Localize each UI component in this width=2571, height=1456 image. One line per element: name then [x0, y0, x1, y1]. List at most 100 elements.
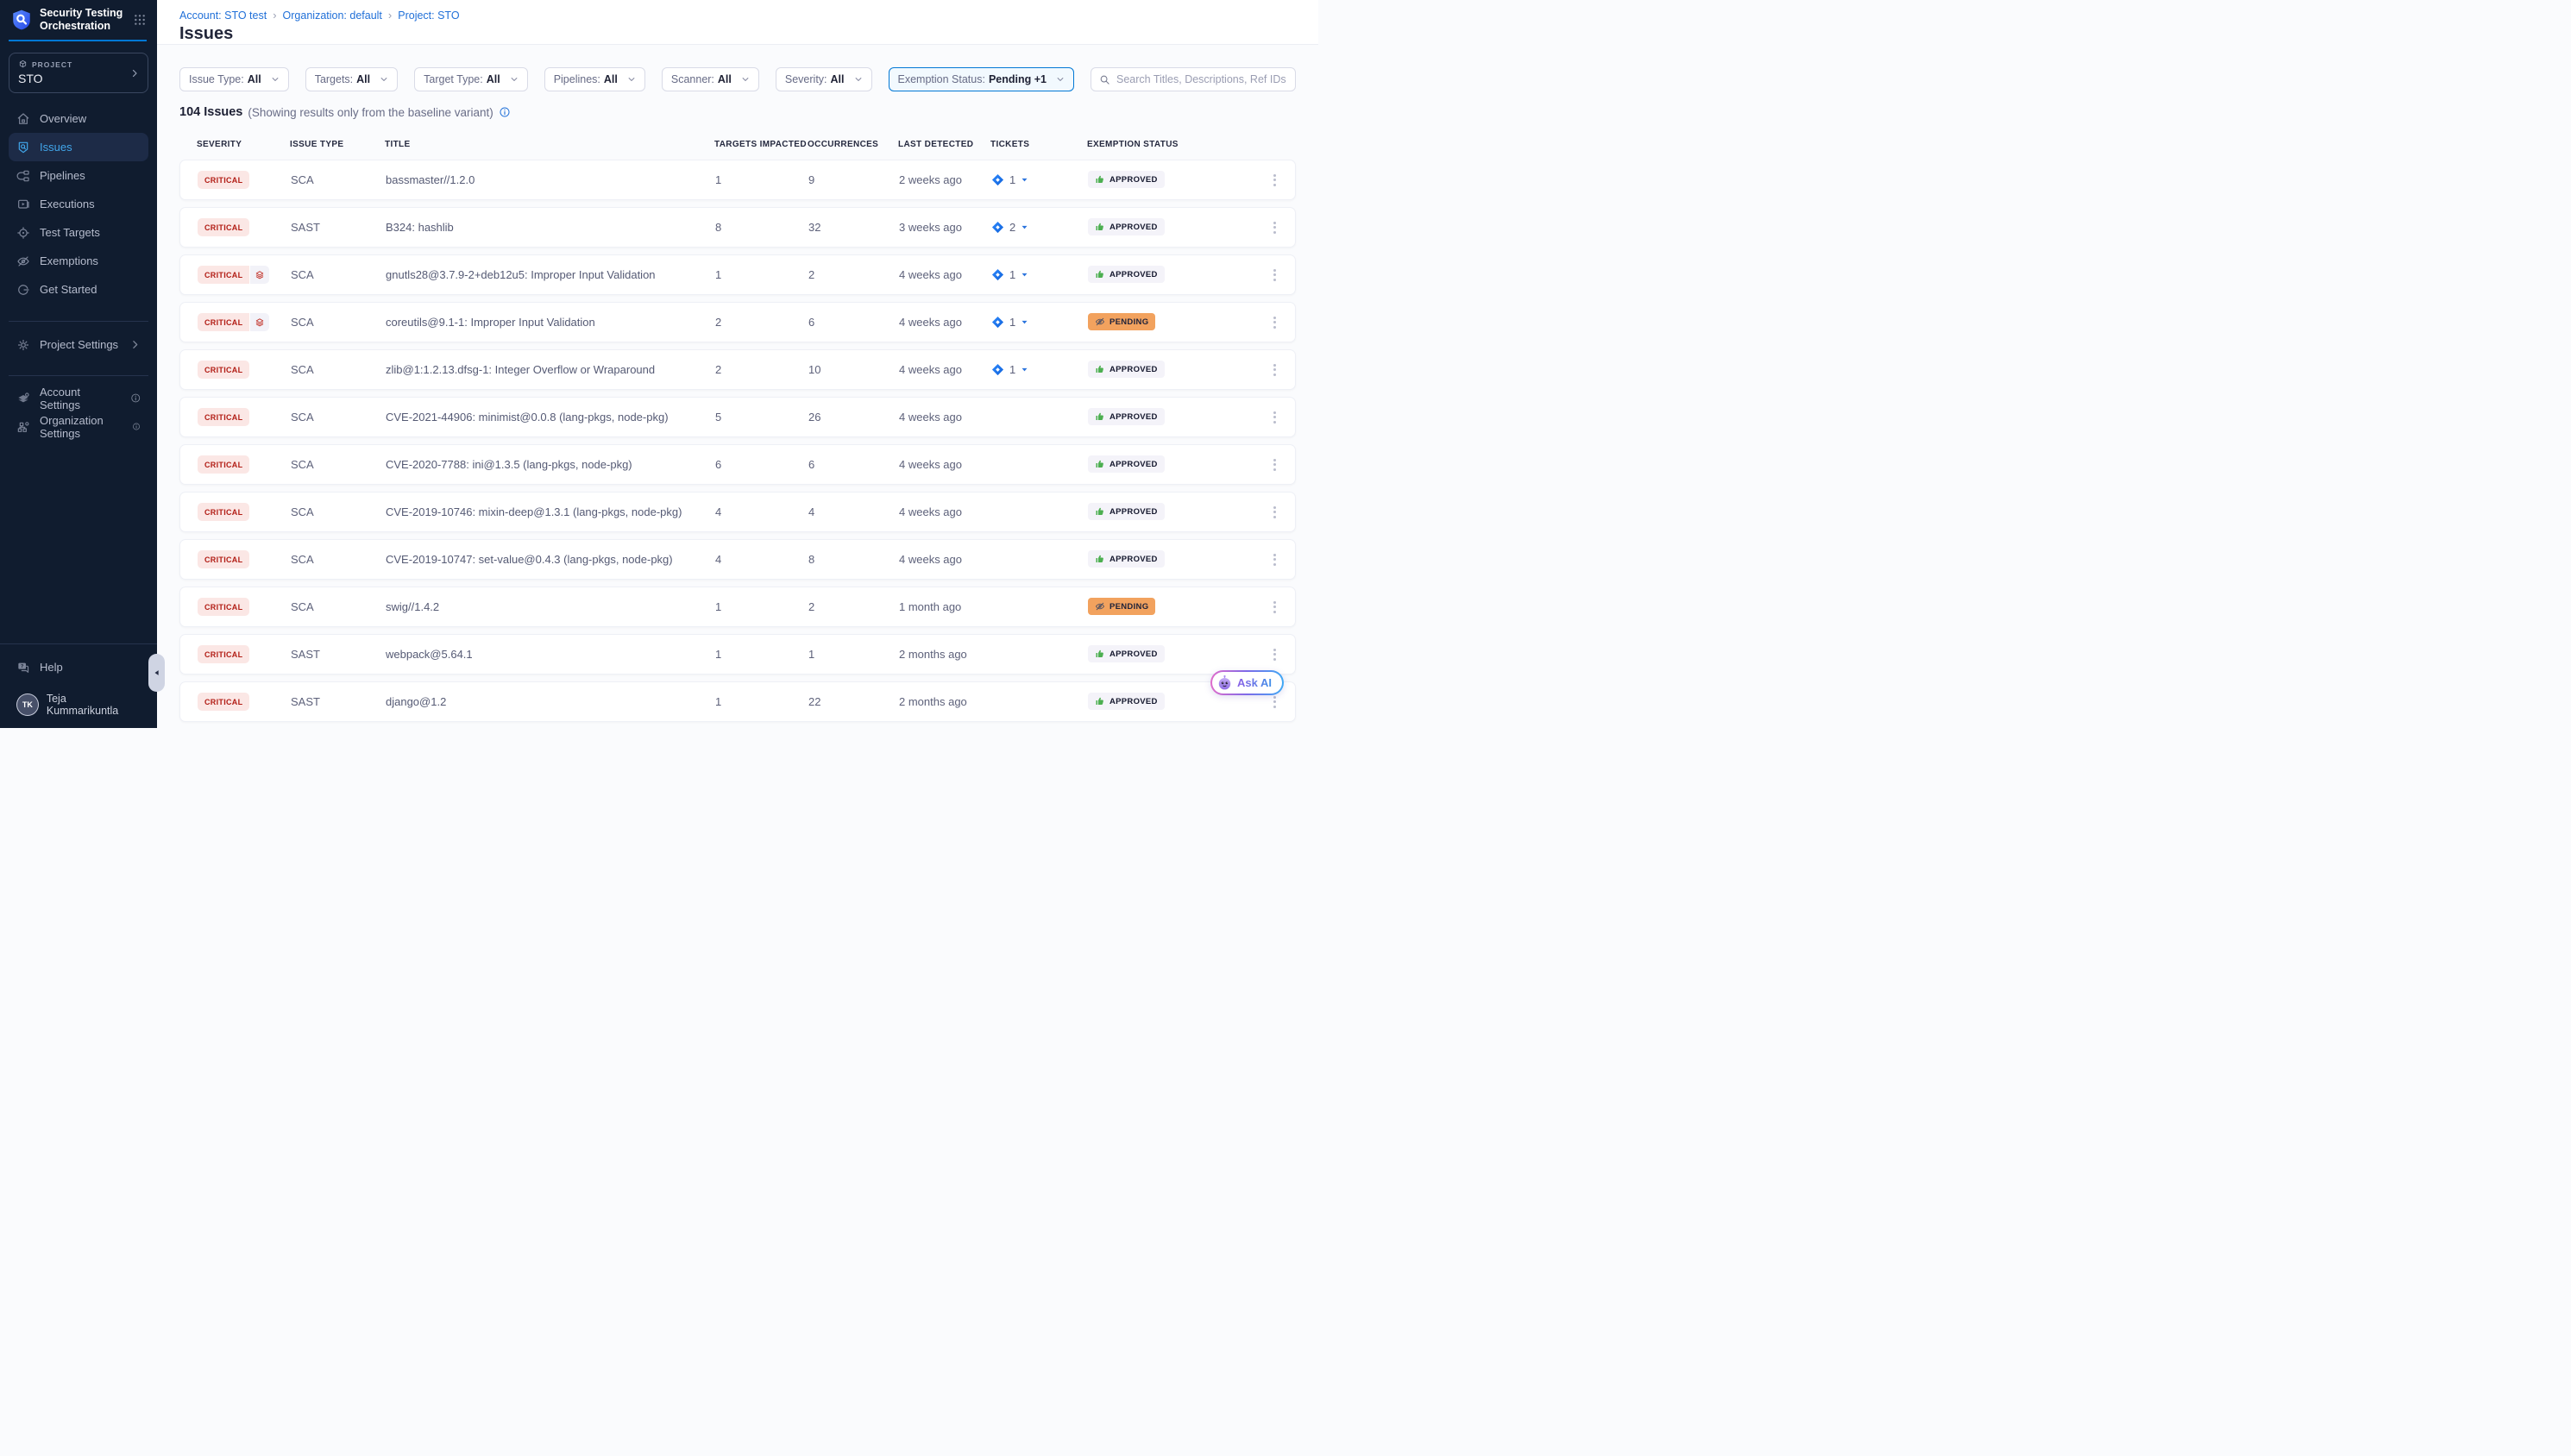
user-menu[interactable]: TK Teja Kummarikuntla: [9, 691, 148, 719]
jira-ticket-icon: [991, 363, 1004, 376]
sidebar-item-test-targets[interactable]: Test Targets: [9, 218, 148, 247]
issue-title: swig//1.4.2: [386, 600, 715, 613]
issue-type: SAST: [291, 221, 386, 234]
collapse-left-icon: [153, 668, 161, 677]
row-menu-button[interactable]: [1264, 215, 1285, 241]
issues-shield-icon: [16, 141, 30, 154]
targets-impacted: 4: [715, 553, 808, 566]
sidebar-item-organization-settings[interactable]: Organization Settings: [9, 412, 148, 441]
issue-row[interactable]: CRITICAL SAST B324: hashlib 8 32 3 weeks…: [179, 207, 1296, 248]
exemption-status-badge: APPROVED: [1088, 218, 1165, 235]
issue-type: SAST: [291, 695, 386, 708]
occurrences: 8: [808, 553, 899, 566]
issue-row[interactable]: CRITICAL SCA bassmaster//1.2.0 1 9 2 wee…: [179, 160, 1296, 200]
row-menu-button[interactable]: [1264, 547, 1285, 573]
row-menu-button[interactable]: [1264, 262, 1285, 288]
last-detected: 2 months ago: [899, 695, 991, 708]
row-menu-button[interactable]: [1264, 452, 1285, 478]
exemption-status-badge: APPROVED: [1088, 693, 1165, 710]
issue-row[interactable]: CRITICAL SCA CVE-2019-10747: set-value@0…: [179, 539, 1296, 580]
breadcrumb-link[interactable]: Project: STO: [398, 9, 459, 22]
filter-severity[interactable]: Severity: All: [776, 67, 872, 91]
sidebar-header: Security Testing Orchestration: [0, 0, 157, 41]
issue-row[interactable]: CRITICAL SCA coreutils@9.1-1: Improper I…: [179, 302, 1296, 342]
filter-target-type[interactable]: Target Type: All: [414, 67, 528, 91]
chevron-right-icon: [129, 339, 141, 350]
issue-row[interactable]: CRITICAL SAST webpack@5.64.1 1 1 2 month…: [179, 634, 1296, 675]
search-icon: [1099, 74, 1110, 85]
filter-issue-type[interactable]: Issue Type: All: [179, 67, 289, 91]
sidebar-nav: Overview Issues Pipelines Executions Tes…: [0, 104, 157, 304]
last-detected: 4 weeks ago: [899, 458, 991, 471]
jira-ticket-icon: [991, 173, 1004, 186]
sidebar-item-issues[interactable]: Issues: [9, 133, 148, 161]
jira-ticket-icon: [991, 316, 1004, 329]
chevron-down-icon: [627, 75, 636, 84]
ticket-caret-down-icon[interactable]: [1021, 176, 1028, 184]
breadcrumb-link[interactable]: Account: STO test: [179, 9, 267, 22]
issue-row[interactable]: CRITICAL SCA CVE-2020-7788: ini@1.3.5 (l…: [179, 444, 1296, 485]
info-icon[interactable]: [132, 421, 141, 432]
chevron-down-icon: [271, 75, 280, 84]
info-icon[interactable]: [130, 392, 141, 404]
sidebar-item-executions[interactable]: Executions: [9, 190, 148, 218]
breadcrumb-separator: ›: [273, 9, 276, 22]
sidebar-item-project-settings[interactable]: Project Settings: [9, 330, 148, 359]
row-menu-button[interactable]: [1264, 167, 1285, 193]
row-menu-button[interactable]: [1264, 357, 1285, 383]
targets-impacted: 1: [715, 173, 808, 186]
row-menu-button[interactable]: [1264, 405, 1285, 430]
module-grid-icon[interactable]: [133, 13, 147, 27]
stacked-issues-icon: [250, 266, 269, 284]
issue-row[interactable]: CRITICAL SCA gnutls28@3.7.9-2+deb12u5: I…: [179, 254, 1296, 295]
filter-pipelines[interactable]: Pipelines: All: [544, 67, 645, 91]
chevron-down-icon: [380, 75, 388, 84]
issue-type: SCA: [291, 268, 386, 281]
thumbs-up-icon: [1095, 411, 1105, 422]
thumbs-up-icon: [1095, 364, 1105, 374]
filter-scanner[interactable]: Scanner: All: [662, 67, 759, 91]
issue-row[interactable]: CRITICAL SCA swig//1.4.2 1 2 1 month ago…: [179, 587, 1296, 627]
sidebar-item-exemptions[interactable]: Exemptions: [9, 247, 148, 275]
filter-targets[interactable]: Targets: All: [305, 67, 398, 91]
column-header: TICKETS: [990, 140, 1087, 149]
project-selector[interactable]: PROJECT STO: [9, 53, 148, 93]
chevron-down-icon: [854, 75, 863, 84]
exemption-status-badge: APPROVED: [1088, 645, 1165, 662]
ticket-caret-down-icon[interactable]: [1021, 366, 1028, 373]
occurrences: 6: [808, 458, 899, 471]
issue-type: SCA: [291, 173, 386, 186]
targets-impacted: 8: [715, 221, 808, 234]
filter-exemption-status[interactable]: Exemption Status: Pending +1: [889, 67, 1074, 91]
occurrences: 9: [808, 173, 899, 186]
severity-badge: CRITICAL: [198, 598, 249, 616]
last-detected: 1 month ago: [899, 600, 991, 613]
last-detected: 2 months ago: [899, 648, 991, 661]
search-input[interactable]: [1116, 73, 1287, 85]
issue-row[interactable]: CRITICAL SCA CVE-2021-44906: minimist@0.…: [179, 397, 1296, 437]
issue-type: SAST: [291, 648, 386, 661]
breadcrumb-link[interactable]: Organization: default: [283, 9, 382, 22]
row-menu-button[interactable]: [1264, 642, 1285, 668]
search-box[interactable]: [1091, 67, 1296, 91]
issue-row[interactable]: CRITICAL SCA CVE-2019-10746: mixin-deep@…: [179, 492, 1296, 532]
issue-row[interactable]: CRITICAL SCA zlib@1:1.2.13.dfsg-1: Integ…: [179, 349, 1296, 390]
ticket-caret-down-icon[interactable]: [1021, 271, 1028, 279]
help-button[interactable]: ? Help: [9, 653, 148, 681]
row-menu-button[interactable]: [1264, 310, 1285, 336]
ask-ai-button[interactable]: Ask AI: [1210, 670, 1284, 695]
sidebar-item-account-settings[interactable]: Account Settings: [9, 384, 148, 412]
sidebar-item-get-started[interactable]: Get Started: [9, 275, 148, 304]
issue-title: webpack@5.64.1: [386, 648, 715, 661]
issue-row[interactable]: CRITICAL SAST django@1.2 1 22 2 months a…: [179, 681, 1296, 722]
sidebar-item-label: Organization Settings: [40, 414, 123, 440]
sidebar-collapse-handle[interactable]: [148, 654, 165, 692]
targets-impacted: 1: [715, 600, 808, 613]
ticket-caret-down-icon[interactable]: [1021, 318, 1028, 326]
row-menu-button[interactable]: [1264, 594, 1285, 620]
row-menu-button[interactable]: [1264, 499, 1285, 525]
ticket-caret-down-icon[interactable]: [1021, 223, 1028, 231]
sidebar-item-overview[interactable]: Overview: [9, 104, 148, 133]
sidebar-item-pipelines[interactable]: Pipelines: [9, 161, 148, 190]
info-icon[interactable]: [499, 106, 511, 118]
